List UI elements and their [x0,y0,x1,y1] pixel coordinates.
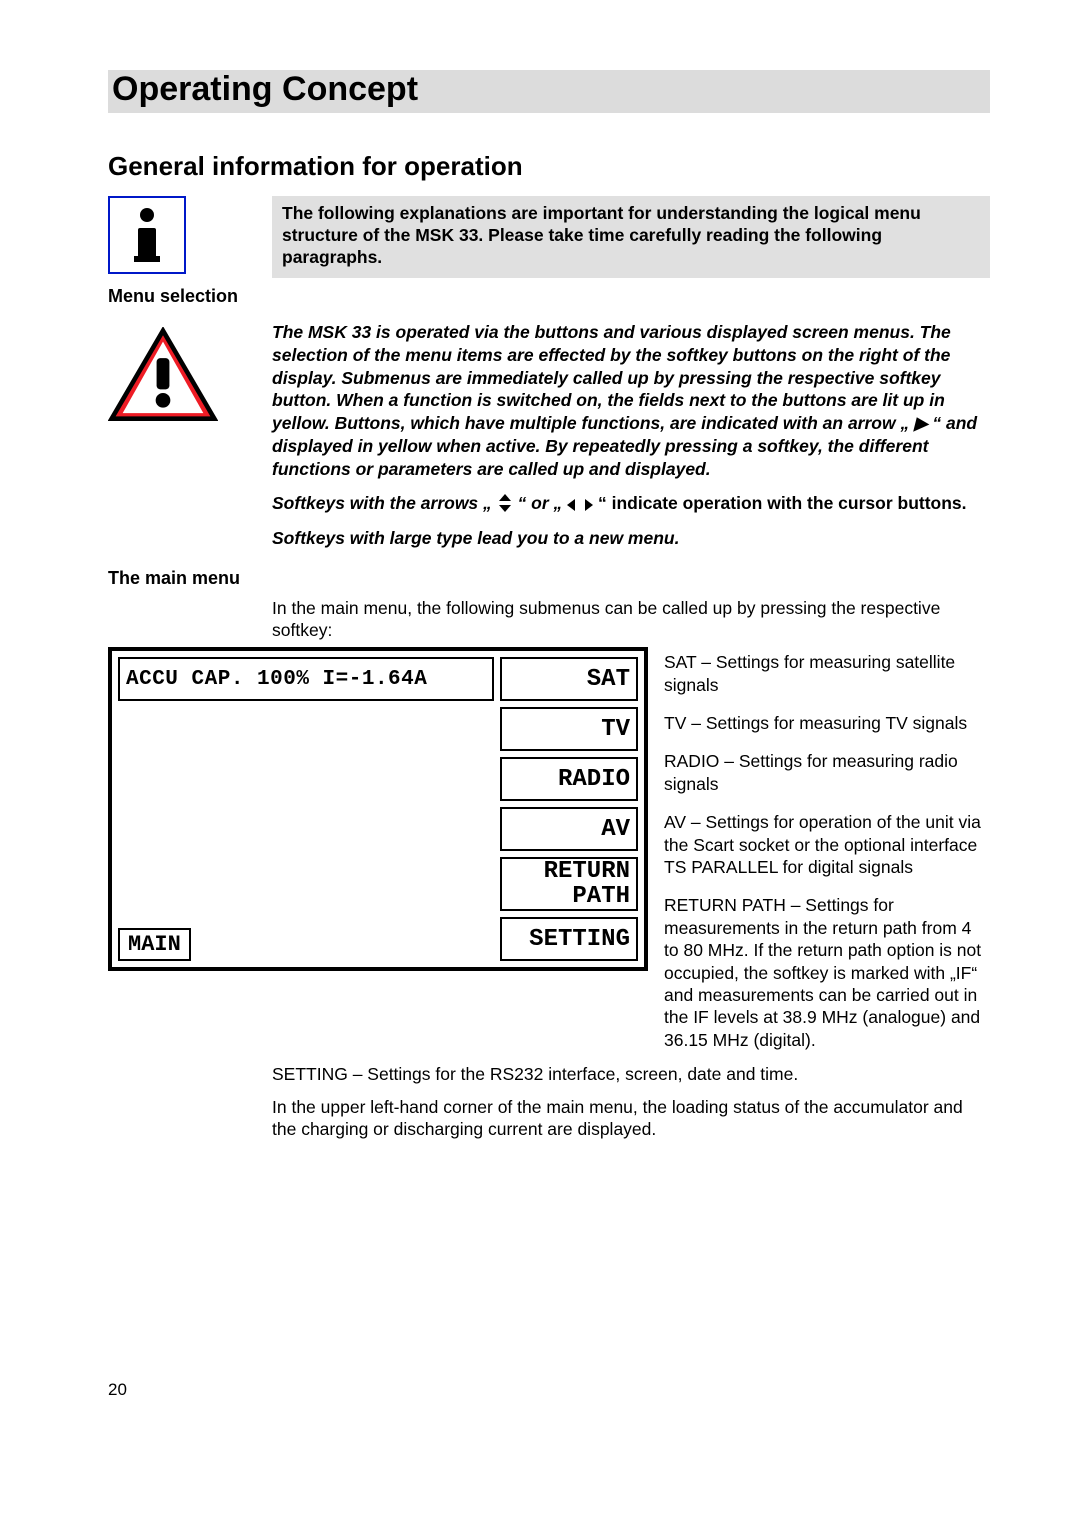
softkey-radio[interactable]: RADIO [500,757,638,801]
screen-label-main: MAIN [118,928,191,961]
upper-left-note: In the upper left-hand corner of the mai… [272,1096,990,1141]
softkey-tv[interactable]: TV [500,707,638,751]
up-down-arrow-icon [497,494,513,512]
softkey-return-line2: PATH [572,884,630,909]
softkey-av[interactable]: AV [500,807,638,851]
warning-paragraph: The MSK 33 is operated via the buttons a… [272,321,990,480]
desc-av: AV – Settings for operation of the unit … [664,811,990,878]
subhead-menu-selection: Menu selection [108,286,990,307]
accu-status: ACCU CAP. 100% I=-1.64A [118,657,494,701]
left-right-arrow-icon [567,498,593,512]
softkey-sat[interactable]: SAT [500,657,638,701]
cursor-post: “ indicate operation with the cursor but… [598,493,967,513]
softkey-return-line1: RETURN [544,859,630,884]
cursor-pre: Softkeys with the arrows „ [272,493,492,513]
subhead-main-menu: The main menu [108,568,990,589]
section-heading: General information for operation [108,151,990,182]
desc-setting: SETTING – Settings for the RS232 interfa… [272,1063,990,1085]
info-icon [108,196,272,274]
desc-return-path: RETURN PATH – Settings for measurements … [664,894,990,1051]
important-note: The following explanations are important… [272,196,990,278]
softkey-cursor-note: Softkeys with the arrows „ “ or „ “ indi… [272,492,990,514]
page-number: 20 [108,1380,990,1400]
softkey-return-path[interactable]: RETURN PATH [500,857,638,911]
page-title: Operating Concept [108,70,990,113]
device-screen: ACCU CAP. 100% I=-1.64A SAT TV RADIO AV … [108,647,648,971]
softkey-large-note: Softkeys with large type lead you to a n… [272,527,990,550]
main-menu-intro: In the main menu, the following submenus… [272,597,990,642]
softkey-setting[interactable]: SETTING [500,917,638,961]
desc-radio: RADIO – Settings for measuring radio sig… [664,750,990,795]
desc-sat: SAT – Settings for measuring satellite s… [664,651,990,696]
cursor-mid: “ or „ [518,493,563,513]
warning-icon [108,321,272,429]
desc-tv: TV – Settings for measuring TV signals [664,712,990,734]
